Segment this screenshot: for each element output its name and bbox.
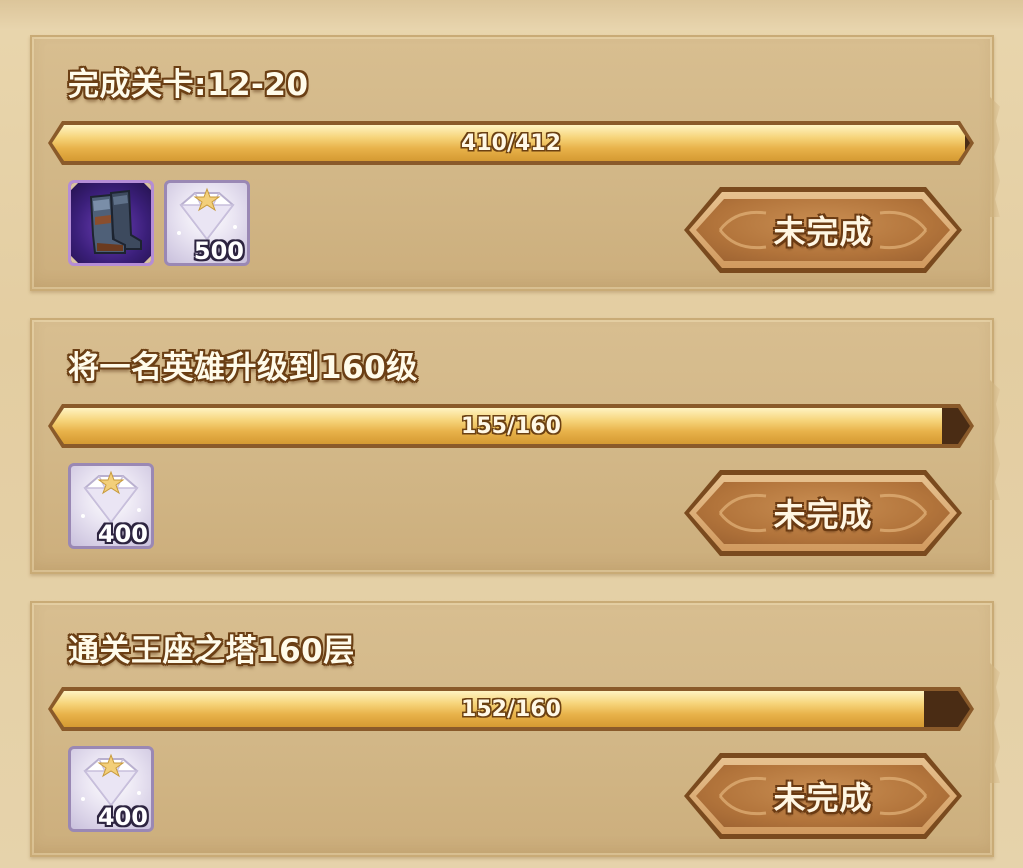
button-label: 未完成: [773, 213, 873, 251]
reward-item-diamond[interactable]: 400: [68, 463, 154, 549]
progress-bar: 152/160: [48, 687, 974, 731]
reward-list: 400: [68, 463, 154, 553]
boots-icon: [89, 189, 142, 254]
reward-list: 500: [68, 180, 250, 270]
task-title: 将一名英雄升级到160级: [68, 350, 418, 386]
task-list: 完成关卡:12-20 410/412 500 未完成 将一名英雄升级到160级 …: [0, 0, 1023, 868]
button-label: 未完成: [773, 779, 873, 817]
task-title: 完成关卡:12-20: [68, 67, 309, 103]
incomplete-button[interactable]: 未完成: [684, 470, 962, 556]
reward-list: 400: [68, 746, 154, 836]
progress-bar: 410/412: [48, 121, 974, 165]
button-label: 未完成: [773, 496, 873, 534]
reward-item-diamond[interactable]: 500: [164, 180, 250, 266]
task-card: 将一名英雄升级到160级 155/160 400 未完成: [30, 318, 994, 574]
reward-item-diamond[interactable]: 400: [68, 746, 154, 832]
progress-text: 155/160: [461, 413, 561, 439]
reward-count: 400: [97, 520, 148, 548]
task-card: 通关王座之塔160层 152/160 400 未完成: [30, 601, 994, 857]
progress-bar: 155/160: [48, 404, 974, 448]
reward-item-boots[interactable]: [68, 180, 154, 266]
task-title: 通关王座之塔160层: [68, 633, 355, 669]
reward-count: 500: [193, 237, 244, 265]
incomplete-button[interactable]: 未完成: [684, 753, 962, 839]
incomplete-button[interactable]: 未完成: [684, 187, 962, 273]
progress-text: 152/160: [461, 696, 561, 722]
reward-count: 400: [97, 803, 148, 831]
progress-text: 410/412: [461, 130, 561, 156]
task-card: 完成关卡:12-20 410/412 500 未完成: [30, 35, 994, 291]
